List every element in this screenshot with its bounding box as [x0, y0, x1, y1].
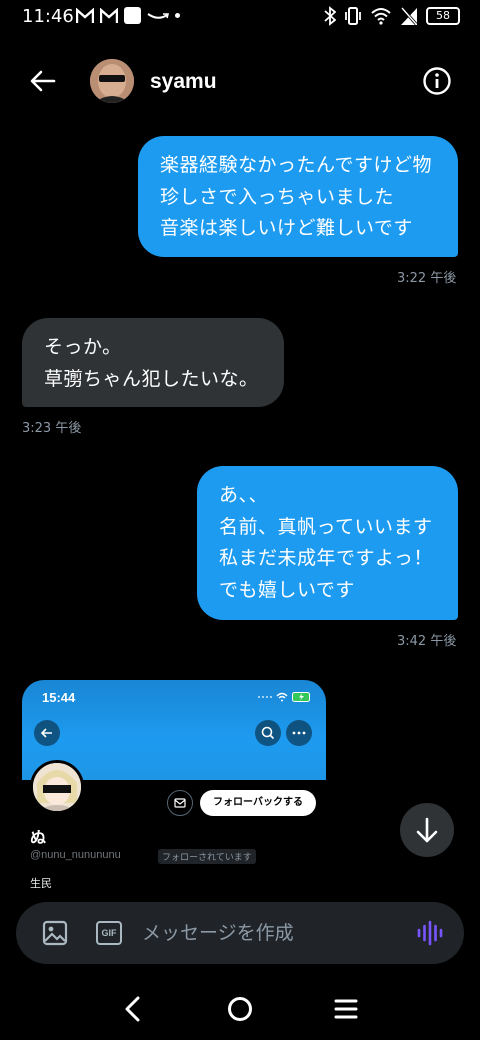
message-line: 名前、真帆っていいます — [219, 515, 433, 538]
screenshot-more-button — [286, 720, 312, 746]
no-signal-icon — [400, 7, 418, 25]
arrow-left-icon[interactable] — [26, 64, 60, 98]
screenshot-time: 15:44 — [42, 690, 76, 705]
message-timestamp: 3:22 午後 — [397, 271, 457, 286]
message-timestamp: 3:23 午後 — [22, 421, 82, 436]
dot-icon — [175, 13, 180, 18]
screenshot-profile-name: ぬ — [30, 828, 47, 847]
gmail-icon — [76, 7, 94, 23]
conversation-header: syamu — [0, 50, 480, 114]
nav-recents-icon[interactable] — [334, 998, 358, 1020]
message-composer: GIF — [16, 902, 464, 964]
message-line: でも嬉しいです — [219, 578, 355, 601]
avatar-image — [33, 763, 81, 811]
status-time: 11:46 — [22, 6, 74, 27]
message-line: そっか。 — [44, 336, 122, 358]
message-line: 楽器経験なかったんですけど物 — [160, 154, 433, 176]
scroll-to-bottom-button[interactable] — [400, 803, 454, 857]
gif-button[interactable]: GIF — [96, 921, 122, 945]
voice-message-icon[interactable] — [416, 920, 444, 946]
screenshot-follow-back-button: フォローバックする — [200, 790, 316, 816]
amazon-icon — [147, 12, 169, 19]
message-timestamp: 3:42 午後 — [397, 634, 457, 649]
system-navigation-bar — [0, 980, 480, 1040]
mail-icon — [174, 798, 186, 808]
nav-back-icon[interactable] — [120, 994, 146, 1024]
message-line: あ、、 — [219, 484, 269, 506]
message-bubble-received[interactable]: そっか。 草彅ちゃん犯したいな。 — [22, 318, 284, 407]
arrow-down-icon — [416, 817, 438, 843]
signal-dots-icon — [258, 695, 272, 699]
message-bubble-sent[interactable]: 楽器経験なかったんですけど物 珍しさで入っちゃいました 音楽は楽しいけど難しいで… — [138, 136, 458, 257]
image-icon[interactable] — [42, 920, 68, 946]
screenshot-back-button — [34, 720, 60, 746]
vibrate-icon — [345, 7, 361, 25]
message-line: 私まだ未成年ですよっ！ — [219, 547, 433, 569]
battery-icon: 58 — [426, 7, 460, 25]
screenshot-profile-bio: 生民 — [30, 877, 52, 890]
avatar-image — [90, 59, 134, 103]
search-icon — [261, 726, 275, 740]
screenshot-message-button — [167, 790, 193, 816]
wifi-icon — [371, 8, 391, 25]
contact-avatar[interactable] — [90, 59, 134, 103]
status-bar: 11:46 58 — [0, 0, 480, 36]
message-line: 草彅ちゃん犯したいな。 — [44, 367, 259, 390]
info-icon[interactable] — [422, 66, 452, 96]
screenshot-profile-avatar — [30, 760, 84, 814]
bluetooth-icon — [324, 6, 336, 26]
arrow-left-icon — [40, 728, 52, 738]
contact-name[interactable]: syamu — [150, 70, 217, 94]
follows-you-badge: フォローされています — [158, 849, 256, 864]
square-app-icon — [124, 7, 141, 24]
gmail-icon — [100, 7, 118, 23]
battery-charging-icon — [292, 692, 310, 702]
wifi-icon — [276, 692, 288, 702]
nav-home-icon[interactable] — [228, 997, 252, 1021]
message-line: 珍しさで入っちゃいました — [160, 185, 395, 208]
message-bubble-sent[interactable]: あ、、 名前、真帆っていいます 私まだ未成年ですよっ！ でも嬉しいです — [197, 466, 458, 620]
screenshot-search-button — [255, 720, 281, 746]
more-icon — [292, 731, 306, 735]
screenshot-profile-handle: @nunu_nunununu — [30, 849, 121, 861]
message-input[interactable] — [142, 918, 382, 948]
message-line: 音楽は楽しいけど難しいです — [160, 217, 413, 239]
